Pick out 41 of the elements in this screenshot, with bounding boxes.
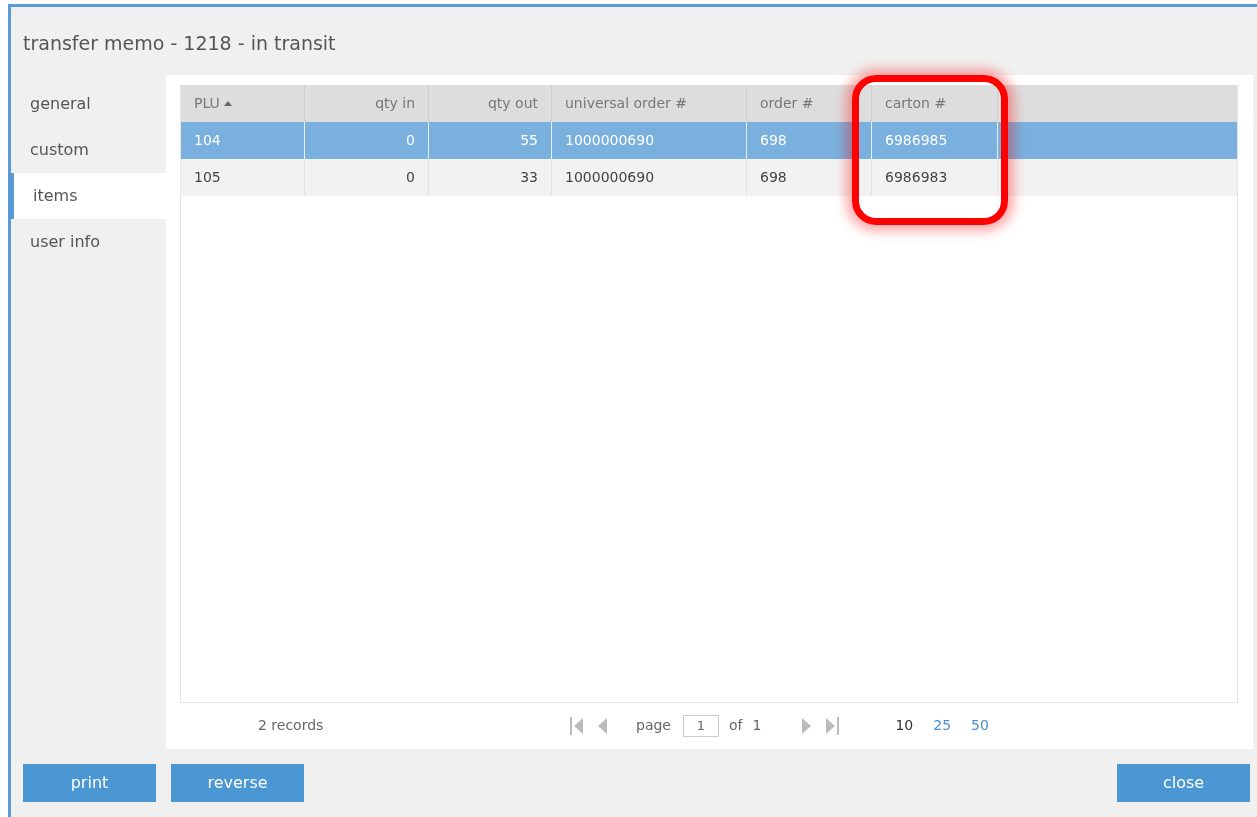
window-title: transfer memo - 1218 - in transit bbox=[23, 31, 336, 56]
table-cell: 105 bbox=[181, 158, 305, 196]
column-header[interactable]: qty out bbox=[429, 84, 552, 122]
sidebar-tab[interactable]: items bbox=[11, 172, 166, 219]
sidebar-tab[interactable]: custom bbox=[11, 126, 166, 173]
table-row[interactable]: 105 0 33 1000000690 698 6986983 bbox=[181, 158, 1237, 196]
page-size-option[interactable]: 25 bbox=[933, 715, 952, 736]
next-page-icon[interactable] bbox=[801, 716, 812, 735]
page-label: page bbox=[636, 716, 671, 735]
column-header[interactable]: carton # bbox=[872, 84, 998, 122]
page-size-option[interactable]: 10 bbox=[895, 715, 914, 736]
record-count: 2 records bbox=[258, 716, 325, 735]
sidebar-tab[interactable]: user info bbox=[11, 218, 166, 265]
table-cell: 698 bbox=[747, 158, 872, 196]
table-cell: 0 bbox=[305, 158, 429, 196]
of-label: of bbox=[728, 716, 743, 735]
table-cell: 55 bbox=[429, 121, 552, 159]
column-header[interactable]: universal order # bbox=[552, 84, 747, 122]
table-cell: 698 bbox=[747, 121, 872, 159]
sort-ascending-icon bbox=[223, 100, 232, 106]
action-button[interactable]: print bbox=[23, 763, 156, 802]
page-size-option[interactable]: 50 bbox=[971, 715, 989, 736]
action-button[interactable]: reverse bbox=[171, 763, 304, 802]
previous-page-icon[interactable] bbox=[598, 716, 608, 735]
table-row[interactable]: 104 0 55 1000000690 698 6986985 bbox=[181, 121, 1237, 159]
close-button[interactable]: close bbox=[1117, 763, 1250, 802]
table-cell: 104 bbox=[181, 121, 305, 159]
page-field[interactable]: 1 bbox=[682, 714, 719, 737]
column-header[interactable]: qty in bbox=[305, 84, 429, 122]
sidebar-tab[interactable]: general bbox=[11, 80, 166, 127]
table-cell: 1000000690 bbox=[552, 121, 747, 159]
page-total: 1 bbox=[752, 716, 762, 735]
table-cell: 0 bbox=[305, 121, 429, 159]
column-header[interactable]: PLU bbox=[181, 84, 305, 122]
last-page-icon[interactable] bbox=[825, 716, 840, 735]
table-cell: 6986985 bbox=[872, 121, 998, 159]
table-cell: 6986983 bbox=[872, 158, 998, 196]
table-cell: 1000000690 bbox=[552, 158, 747, 196]
first-page-icon[interactable] bbox=[570, 716, 584, 735]
table-cell: 33 bbox=[429, 158, 552, 196]
column-header[interactable]: order # bbox=[747, 84, 872, 122]
